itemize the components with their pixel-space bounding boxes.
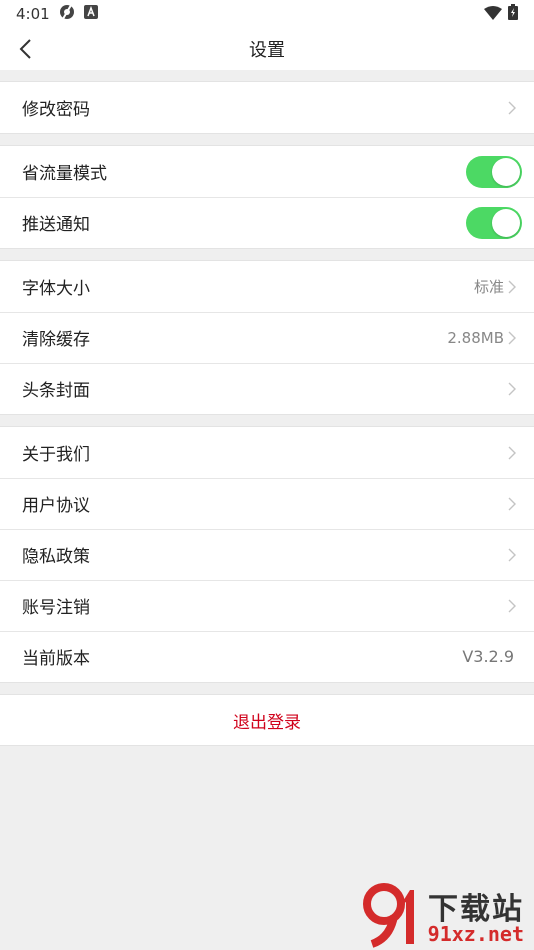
logout-button[interactable]: 退出登录 [0,695,534,745]
settings-notification-icon [58,3,76,25]
chevron-right-icon [508,445,518,461]
data-saver-label: 省流量模式 [22,164,107,184]
display-group: 字体大小 标准 清除缓存 2.88MB 头条封面 [0,260,534,415]
clear-cache-label: 清除缓存 [22,330,90,350]
page-title: 设置 [249,40,285,61]
back-button[interactable] [10,34,40,64]
nav-bar: 设置 [0,28,534,70]
toggle-group: 省流量模式 推送通知 [0,145,534,249]
logout-group: 退出登录 [0,694,534,746]
cache-size-value: 2.88MB [447,328,504,347]
about-group: 关于我们 用户协议 隐私政策 账号注销 当前版本 V3.2.9 [0,426,534,683]
chevron-right-icon [508,279,518,295]
about-us-label: 关于我们 [22,445,90,465]
privacy-policy-row[interactable]: 隐私政策 [0,529,534,580]
watermark: 下载站 91xz.net [360,882,530,948]
headline-cover-row[interactable]: 头条封面 [0,363,534,414]
font-size-row[interactable]: 字体大小 标准 [0,261,534,312]
logout-label: 退出登录 [233,712,301,733]
font-size-value: 标准 [473,278,504,296]
push-notification-row: 推送通知 [0,197,534,248]
status-time: 4:01 [16,5,50,23]
watermark-url: 91xz.net [427,922,524,946]
headline-cover-label: 头条封面 [22,381,90,401]
toggle-knob [492,157,520,186]
user-agreement-row[interactable]: 用户协议 [0,478,534,529]
current-version-row: 当前版本 V3.2.9 [0,631,534,682]
toggle-knob [492,208,520,237]
push-notification-toggle[interactable] [466,206,522,239]
privacy-policy-label: 隐私政策 [22,547,90,567]
change-password-label: 修改密码 [22,100,90,120]
chevron-right-icon [508,330,518,346]
wifi-icon [484,5,502,24]
back-arrow-icon [19,39,31,59]
about-us-row[interactable]: 关于我们 [0,427,534,478]
status-bar: 4:01 [0,0,534,28]
push-notification-label: 推送通知 [22,215,90,235]
chevron-right-icon [508,100,518,116]
user-agreement-label: 用户协议 [22,496,90,516]
account-cancel-row[interactable]: 账号注销 [0,580,534,631]
account-group: 修改密码 [0,81,534,134]
chevron-right-icon [508,547,518,563]
battery-icon [508,4,518,24]
chevron-right-icon [508,381,518,397]
current-version-label: 当前版本 [22,649,90,669]
version-value: V3.2.9 [462,647,514,666]
data-saver-toggle[interactable] [466,155,522,188]
chevron-right-icon [508,496,518,512]
chevron-right-icon [508,598,518,614]
accessibility-notification-icon [83,5,98,23]
font-size-label: 字体大小 [22,279,90,299]
clear-cache-row[interactable]: 清除缓存 2.88MB [0,312,534,363]
change-password-row[interactable]: 修改密码 [0,82,534,133]
data-saver-row: 省流量模式 [0,146,534,197]
watermark-logo-icon [363,883,414,948]
account-cancel-label: 账号注销 [22,598,90,618]
